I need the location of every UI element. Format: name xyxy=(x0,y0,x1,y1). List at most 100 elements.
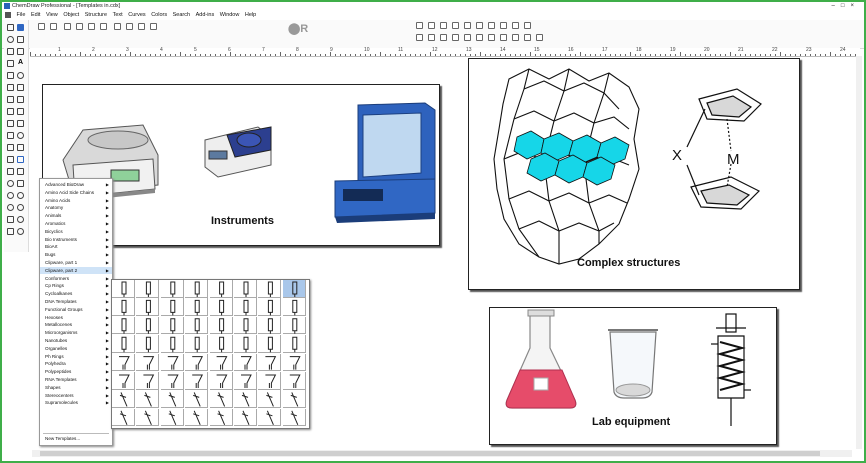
hash-bond-icon[interactable] xyxy=(7,72,14,79)
menu-window[interactable]: Window xyxy=(220,11,240,20)
horizontal-scrollbar[interactable] xyxy=(32,450,852,457)
template-menu-item[interactable]: Clipware, part 1 ▶ xyxy=(40,259,112,266)
horizontal-scroll-thumb[interactable] xyxy=(40,451,820,456)
template-tool-icon[interactable] xyxy=(17,156,24,163)
align-right-icon[interactable] xyxy=(440,22,447,29)
stoich-icon[interactable] xyxy=(114,23,121,30)
menu-text[interactable]: Text xyxy=(113,11,123,20)
flask-icon[interactable] xyxy=(138,23,145,30)
template-menu-item[interactable]: Amino Acids ▶ xyxy=(40,197,112,204)
distribute-icon[interactable] xyxy=(416,34,423,41)
template-menu-item[interactable]: Bicyclics ▶ xyxy=(40,228,112,235)
send-back-icon[interactable] xyxy=(488,22,495,29)
vertical-scrollbar[interactable] xyxy=(856,56,862,449)
template-menu-item[interactable]: Aromatics ▶ xyxy=(40,220,112,227)
structure-to-name-icon[interactable] xyxy=(38,23,45,30)
cycloheptane-icon[interactable] xyxy=(7,204,14,211)
rotate-icon[interactable] xyxy=(524,22,531,29)
template-menu-item[interactable]: Functional Groups ▶ xyxy=(40,306,112,313)
space-icon[interactable] xyxy=(428,34,435,41)
chair-icon[interactable] xyxy=(7,216,14,223)
template-menu-item[interactable]: Ph Rings ▶ xyxy=(40,353,112,360)
nmr-icon[interactable] xyxy=(64,23,71,30)
atom-map-icon[interactable] xyxy=(17,144,24,151)
pen-tool-icon[interactable] xyxy=(7,132,14,139)
group-icon[interactable] xyxy=(452,22,459,29)
template-menu-item[interactable]: Anatomy ▶ xyxy=(40,204,112,211)
clean-structure-icon[interactable] xyxy=(50,23,57,30)
templates-menu[interactable]: New Templates... Advanced BioDraw ▶ Amino … xyxy=(39,178,113,446)
template-menu-item[interactable]: Hexoses ▶ xyxy=(40,314,112,321)
template-menu-item[interactable]: Polyhedra ▶ xyxy=(40,360,112,367)
bond-tool-icon[interactable] xyxy=(7,48,14,55)
flip-v-icon[interactable] xyxy=(512,22,519,29)
mid-align-icon[interactable] xyxy=(476,34,483,41)
bracket-icon[interactable] xyxy=(17,120,24,127)
text-tool-icon[interactable]: A xyxy=(18,59,23,66)
marquee-icon[interactable] xyxy=(17,24,24,31)
align-left-icon[interactable] xyxy=(416,22,423,29)
dashed-bond-icon[interactable] xyxy=(7,96,14,103)
menu-view[interactable]: View xyxy=(46,11,58,20)
cyclohexane-icon[interactable] xyxy=(17,192,24,199)
columns-icon[interactable] xyxy=(524,34,531,41)
template-menu-item[interactable]: Polypeptides ▶ xyxy=(40,368,112,375)
template-menu-item[interactable]: Bugs ▶ xyxy=(40,251,112,258)
size-icon[interactable] xyxy=(440,34,447,41)
menu-structure[interactable]: Structure xyxy=(85,11,107,20)
cyclopentane-icon[interactable] xyxy=(7,192,14,199)
bring-front-icon[interactable] xyxy=(476,22,483,29)
menu-colors[interactable]: Colors xyxy=(151,11,167,20)
reaction-logo-icon[interactable]: ⬤R xyxy=(288,22,308,35)
cyclobutane-icon[interactable] xyxy=(17,180,24,187)
top-align-icon[interactable] xyxy=(464,34,471,41)
magnify-icon[interactable] xyxy=(17,72,24,79)
wavy-bond-icon[interactable] xyxy=(7,84,14,91)
benzene-icon[interactable] xyxy=(17,216,24,223)
orbital-icon[interactable] xyxy=(17,96,24,103)
template-menu-item[interactable]: Cp Rings ▶ xyxy=(40,282,112,289)
template-menu-item[interactable]: DNA Templates ▶ xyxy=(40,298,112,305)
template-menu-item[interactable]: BioArt ▶ xyxy=(40,243,112,250)
template-menu-item[interactable]: Amino Acid Side Chains ▶ xyxy=(40,189,112,196)
menu-curves[interactable]: Curves xyxy=(128,11,145,20)
arrow-tool-icon[interactable] xyxy=(17,84,24,91)
lab-equipment-panel[interactable]: Lab equipment xyxy=(489,307,777,445)
template-menu-item[interactable]: Cycloalkanes ▶ xyxy=(40,290,112,297)
eraser-icon[interactable] xyxy=(17,48,24,55)
search-icon[interactable] xyxy=(126,23,133,30)
template-menu-item[interactable]: Animals ▶ xyxy=(40,212,112,219)
table-tool-icon[interactable] xyxy=(7,156,14,163)
template-menu-item[interactable]: RNA Templates ▶ xyxy=(40,376,112,383)
minimize-button[interactable]: – xyxy=(832,3,841,9)
c13-nmr-icon[interactable] xyxy=(76,23,83,30)
template-menu-item[interactable]: Clipware, part 2 ▶ xyxy=(40,266,112,274)
template-menu-item[interactable]: Nanotubes ▶ xyxy=(40,337,112,344)
hand-icon[interactable] xyxy=(17,36,24,43)
clipware-palette[interactable] xyxy=(111,279,310,429)
menu-add-ins[interactable]: Add-ins xyxy=(196,11,215,20)
template-menu-item[interactable]: Supramolecules ▶ xyxy=(40,399,112,406)
template-menu-item[interactable]: Advanced BioDraw ▶ xyxy=(40,181,112,188)
template-menu-item[interactable]: Shapes ▶ xyxy=(40,384,112,391)
rotate-right-icon[interactable] xyxy=(512,34,519,41)
template-menu-item[interactable]: Stereocenters ▶ xyxy=(40,392,112,399)
benzene-ring-icon[interactable] xyxy=(17,228,24,235)
menu-search[interactable]: Search xyxy=(173,11,190,20)
reaction-icon[interactable] xyxy=(100,23,107,30)
complex-structures-panel[interactable]: X M Complex structures xyxy=(468,58,800,290)
template-icon[interactable] xyxy=(150,23,157,30)
align-center-icon[interactable] xyxy=(428,22,435,29)
flask-tool-icon[interactable] xyxy=(7,168,14,175)
menu-object[interactable]: Object xyxy=(63,11,79,20)
query-icon[interactable] xyxy=(7,144,14,151)
rotate-left-icon[interactable] xyxy=(500,34,507,41)
drawing-elements-icon[interactable] xyxy=(17,108,24,115)
flip-h-icon[interactable] xyxy=(500,22,507,29)
cyclooctane-icon[interactable] xyxy=(17,204,24,211)
ungroup-icon[interactable] xyxy=(464,22,471,29)
close-button[interactable]: × xyxy=(850,3,860,9)
bottom-align-icon[interactable] xyxy=(488,34,495,41)
cyclopentadiene-icon[interactable] xyxy=(7,228,14,235)
template-menu-item[interactable]: Organelles ▶ xyxy=(40,345,112,352)
